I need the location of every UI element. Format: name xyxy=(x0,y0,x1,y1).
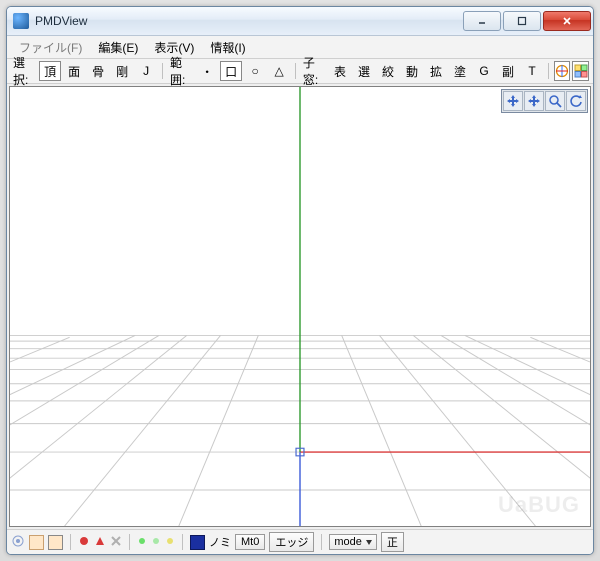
viewport-3d[interactable]: UaBUG xyxy=(9,86,591,527)
tool-rotate[interactable] xyxy=(566,91,586,111)
tool-move[interactable] xyxy=(503,91,523,111)
grid-icon xyxy=(574,64,588,78)
edge-button[interactable]: エッジ xyxy=(269,532,314,552)
subwin-btn-2[interactable]: 絞 xyxy=(377,61,399,81)
toolbar-separator-2 xyxy=(295,63,296,79)
range-tri-button[interactable]: △ xyxy=(268,61,290,81)
tool-pan[interactable] xyxy=(524,91,544,111)
viewport-container: UaBUG xyxy=(7,84,593,529)
maximize-icon xyxy=(517,16,527,26)
mode-label: mode xyxy=(334,536,362,548)
subwin-btn-6[interactable]: G xyxy=(473,61,495,81)
dot-green-2[interactable] xyxy=(151,536,161,549)
viewport-sidetools xyxy=(501,89,588,113)
subwin-btn-3[interactable]: 動 xyxy=(401,61,423,81)
shade-box-icon[interactable] xyxy=(48,535,63,550)
subwin-btn-5[interactable]: 塗 xyxy=(449,61,471,81)
grid-axes-svg xyxy=(10,87,590,526)
select-bone-button[interactable]: 骨 xyxy=(87,61,109,81)
minimize-button[interactable] xyxy=(463,11,501,31)
gizmo-icon-1[interactable] xyxy=(554,61,571,81)
select-face-button[interactable]: 面 xyxy=(63,61,85,81)
range-circle-button[interactable]: ○ xyxy=(244,61,266,81)
move-icon xyxy=(506,94,520,108)
mode-dropdown[interactable]: mode xyxy=(329,534,377,550)
subwin-btn-4[interactable]: 拡 xyxy=(425,61,447,81)
zoom-icon xyxy=(548,94,562,108)
ortho-button[interactable]: 正 xyxy=(381,532,404,552)
select-vertex-button[interactable]: 頂 xyxy=(39,61,61,81)
subwin-btn-7[interactable]: 副 xyxy=(497,61,519,81)
top-toolbar: 選択: 頂 面 骨 剛 J 範囲: ・ 口 ○ △ 子窓: 表 選 絞 動 拡 … xyxy=(7,59,593,84)
window-title: PMDView xyxy=(35,14,87,28)
close-button[interactable] xyxy=(543,11,591,31)
select-joint-button[interactable]: J xyxy=(135,61,157,81)
subwin-btn-1[interactable]: 選 xyxy=(353,61,375,81)
marker-triangle-icon[interactable] xyxy=(94,535,106,550)
subwin-btn-0[interactable]: 表 xyxy=(329,61,351,81)
select-rigid-button[interactable]: 剛 xyxy=(111,61,133,81)
bottom-sep-4 xyxy=(321,534,322,550)
mt0-button[interactable]: Mt0 xyxy=(235,534,265,550)
close-icon xyxy=(562,16,572,26)
range-label: 範囲: xyxy=(168,54,194,88)
chevron-down-icon xyxy=(366,540,372,545)
shade-radial-icon[interactable] xyxy=(11,534,25,551)
app-window: { "title": "PMDView", "menus": ["ファイル(F)… xyxy=(6,6,594,555)
axis-circle-icon xyxy=(555,64,569,78)
bottom-toolbar: ノミ Mt0 エッジ mode 正 xyxy=(7,529,593,554)
range-rect-button[interactable]: 口 xyxy=(220,61,242,81)
rotate-icon xyxy=(569,94,583,108)
marker-circle-icon[interactable] xyxy=(78,535,90,550)
pan-icon xyxy=(527,94,541,108)
app-icon xyxy=(13,13,29,29)
bottom-sep-2 xyxy=(129,534,130,550)
gizmo-icon-2[interactable] xyxy=(572,61,589,81)
color-blue-swatch[interactable] xyxy=(190,535,205,550)
bottom-sep-3 xyxy=(182,534,183,550)
nomi-label: ノミ xyxy=(209,534,231,550)
menu-info[interactable]: 情報(I) xyxy=(202,37,253,58)
tool-zoom[interactable] xyxy=(545,91,565,111)
title-bar: PMDView xyxy=(7,7,593,36)
toolbar-separator-1 xyxy=(162,63,163,79)
menu-edit[interactable]: 編集(E) xyxy=(90,37,146,58)
minimize-icon xyxy=(477,16,487,26)
window-buttons xyxy=(463,11,591,31)
bottom-sep-1 xyxy=(70,534,71,550)
dot-yellow[interactable] xyxy=(165,536,175,549)
shade-flat-icon[interactable] xyxy=(29,535,44,550)
subwin-btn-8[interactable]: T xyxy=(521,61,543,81)
toolbar-separator-3 xyxy=(548,63,549,79)
select-label: 選択: xyxy=(11,54,37,88)
marker-x-icon[interactable] xyxy=(110,535,122,550)
subwin-label: 子窓: xyxy=(301,54,327,88)
maximize-button[interactable] xyxy=(503,11,541,31)
dot-green-1[interactable] xyxy=(137,536,147,549)
range-point-button[interactable]: ・ xyxy=(196,61,218,81)
